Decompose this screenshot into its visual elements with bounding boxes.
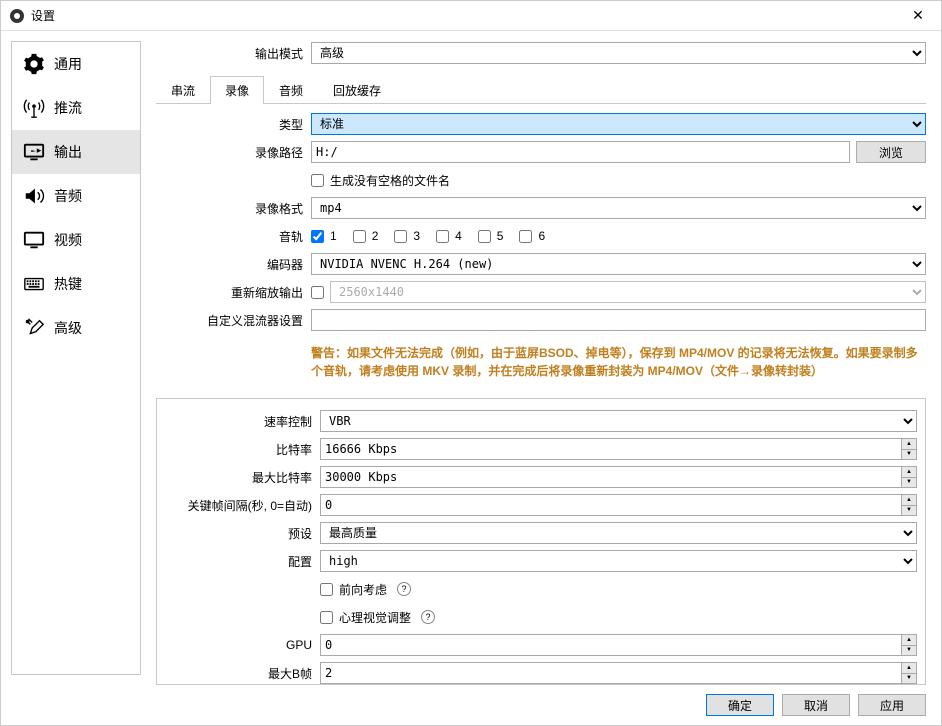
bitrate-input[interactable] <box>320 438 901 460</box>
keyint-label: 关键帧间隔(秒, 0=自动) <box>165 497 320 514</box>
preset-select[interactable]: 最高质量 <box>320 522 917 544</box>
no-space-label: 生成没有空格的文件名 <box>330 172 450 189</box>
muxer-input[interactable] <box>311 309 926 331</box>
bframes-input[interactable] <box>320 662 901 684</box>
path-label: 录像路径 <box>156 144 311 161</box>
output-icon <box>22 140 46 164</box>
max-bitrate-label: 最大比特率 <box>165 469 320 486</box>
encoder-label: 编码器 <box>156 256 311 273</box>
video-icon <box>22 228 46 252</box>
track-2-checkbox[interactable] <box>353 230 366 243</box>
gpu-input[interactable] <box>320 634 901 656</box>
bframes-spinner[interactable]: ▲▼ <box>901 662 917 684</box>
sidebar-item-video[interactable]: 视频 <box>12 218 140 262</box>
sidebar-item-label: 通用 <box>54 54 82 74</box>
help-icon[interactable]: ? <box>421 610 435 624</box>
apply-button[interactable]: 应用 <box>858 694 926 716</box>
output-tabs: 串流 录像 音频 回放缓存 <box>156 75 926 104</box>
app-icon <box>9 8 25 24</box>
broadcast-icon <box>22 96 46 120</box>
tab-streaming[interactable]: 串流 <box>156 76 210 104</box>
bframes-label: 最大B帧 <box>165 665 320 682</box>
track-5-checkbox[interactable] <box>478 230 491 243</box>
close-button[interactable]: ✕ <box>903 7 933 24</box>
output-mode-select[interactable]: 高级 <box>311 42 926 64</box>
keyint-spinner[interactable]: ▲▼ <box>901 494 917 516</box>
sidebar-item-advanced[interactable]: 高级 <box>12 306 140 350</box>
gpu-label: GPU <box>165 638 320 652</box>
tools-icon <box>22 316 46 340</box>
rescale-select[interactable]: 2560x1440 <box>330 281 926 303</box>
keyint-input[interactable] <box>320 494 901 516</box>
sidebar-item-audio[interactable]: 音频 <box>12 174 140 218</box>
rate-control-label: 速率控制 <box>165 413 320 430</box>
max-bitrate-input[interactable] <box>320 466 901 488</box>
warning-text: 警告：如果文件无法完成（例如，由于蓝屏BSOD、掉电等），保存到 MP4/MOV… <box>311 336 926 388</box>
gear-icon <box>22 52 46 76</box>
rescale-checkbox[interactable] <box>311 286 324 299</box>
sidebar-item-output[interactable]: 输出 <box>12 130 140 174</box>
no-space-checkbox[interactable] <box>311 174 324 187</box>
sidebar-item-label: 推流 <box>54 98 82 118</box>
help-icon[interactable]: ? <box>397 582 411 596</box>
browse-button[interactable]: 浏览 <box>856 141 926 163</box>
tab-replay[interactable]: 回放缓存 <box>318 76 396 104</box>
audio-icon <box>22 184 46 208</box>
main-panel: 输出模式 高级 串流 录像 音频 回放缓存 类型 标准 <box>141 31 941 685</box>
sidebar-item-label: 输出 <box>54 142 82 162</box>
format-select[interactable]: mp4 <box>311 197 926 219</box>
profile-select[interactable]: high <box>320 550 917 572</box>
sidebar-item-general[interactable]: 通用 <box>12 42 140 86</box>
sidebar-item-label: 热键 <box>54 274 82 294</box>
profile-label: 配置 <box>165 553 320 570</box>
ok-button[interactable]: 确定 <box>706 694 774 716</box>
psycho-checkbox[interactable] <box>320 611 333 624</box>
encoder-settings-panel: 速率控制 VBR 比特率 ▲▼ 最大比特率 ▲▼ 关键帧间隔(秒, 0=自动) … <box>156 398 926 685</box>
window-title: 设置 <box>31 7 903 24</box>
rate-control-select[interactable]: VBR <box>320 410 917 432</box>
sidebar: 通用 推流 输出 音频 视频 热键 <box>11 41 141 675</box>
sidebar-item-label: 视频 <box>54 230 82 250</box>
muxer-label: 自定义混流器设置 <box>156 312 311 329</box>
sidebar-item-label: 音频 <box>54 186 82 206</box>
bitrate-label: 比特率 <box>165 441 320 458</box>
output-mode-label: 输出模式 <box>156 45 311 62</box>
max-bitrate-spinner[interactable]: ▲▼ <box>901 466 917 488</box>
track-3-checkbox[interactable] <box>394 230 407 243</box>
track-1-checkbox[interactable] <box>311 230 324 243</box>
path-input[interactable] <box>311 141 850 163</box>
gpu-spinner[interactable]: ▲▼ <box>901 634 917 656</box>
sidebar-item-label: 高级 <box>54 318 82 338</box>
lookahead-label: 前向考虑 <box>339 581 387 598</box>
type-label: 类型 <box>156 116 311 133</box>
sidebar-item-stream[interactable]: 推流 <box>12 86 140 130</box>
preset-label: 预设 <box>165 525 320 542</box>
format-label: 录像格式 <box>156 200 311 217</box>
psycho-label: 心理视觉调整 <box>339 609 411 626</box>
tracks-label: 音轨 <box>156 228 311 245</box>
track-6-checkbox[interactable] <box>519 230 532 243</box>
track-4-checkbox[interactable] <box>436 230 449 243</box>
lookahead-checkbox[interactable] <box>320 583 333 596</box>
sidebar-item-hotkeys[interactable]: 热键 <box>12 262 140 306</box>
cancel-button[interactable]: 取消 <box>782 694 850 716</box>
bitrate-spinner[interactable]: ▲▼ <box>901 438 917 460</box>
tab-audio[interactable]: 音频 <box>264 76 318 104</box>
keyboard-icon <box>22 272 46 296</box>
rescale-label: 重新缩放输出 <box>156 284 311 301</box>
encoder-select[interactable]: NVIDIA NVENC H.264 (new) <box>311 253 926 275</box>
type-select[interactable]: 标准 <box>311 113 926 135</box>
tab-recording[interactable]: 录像 <box>210 76 264 104</box>
titlebar: 设置 ✕ <box>1 1 941 31</box>
dialog-footer: 确定 取消 应用 <box>1 685 941 725</box>
